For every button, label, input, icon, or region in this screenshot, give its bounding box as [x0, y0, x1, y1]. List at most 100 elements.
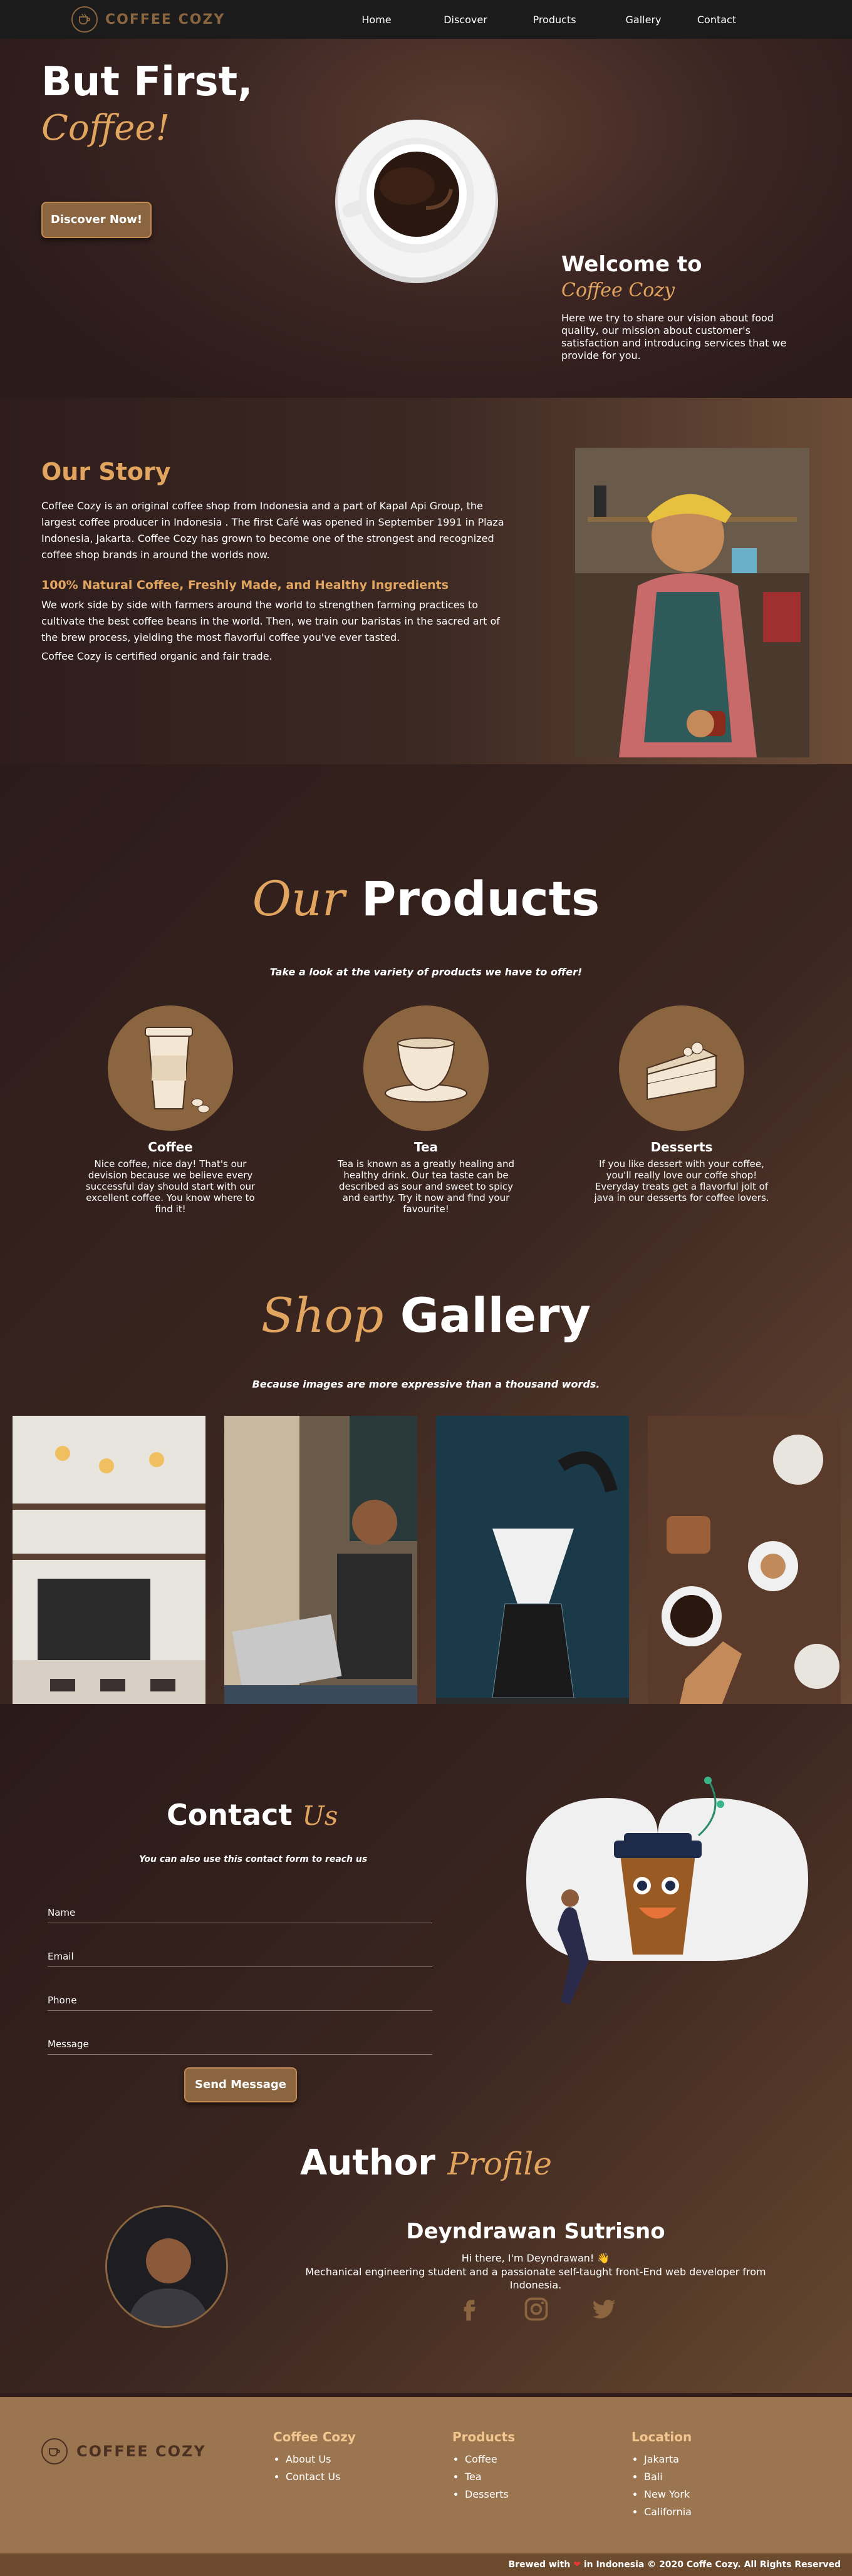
nav-discover[interactable]: Discover — [421, 14, 510, 26]
nav-links: Home Discover Products Gallery Contact — [332, 0, 746, 39]
our-story-section: Our Story Coffee Cozy is an original cof… — [0, 398, 852, 764]
discover-now-button[interactable]: Discover Now! — [41, 202, 152, 238]
contact-section: Contact Us You can also use this contact… — [0, 1704, 852, 2393]
footer-bottom-bar: Brewed with ❤ in Indonesia © 2020 Coffe … — [0, 2553, 852, 2576]
coffee-cup-icon — [108, 1005, 233, 1131]
instagram-icon[interactable] — [522, 2295, 550, 2323]
product-card-tea[interactable]: Tea Tea is known as a greatly healing an… — [332, 1005, 520, 1215]
coffee-mascot-illustration — [501, 1773, 814, 2013]
story-paragraph-1: Coffee Cozy is an original coffee shop f… — [41, 500, 504, 561]
gallery-image-shop-counter[interactable] — [13, 1416, 205, 1734]
message-label: Message — [48, 2038, 89, 2050]
gallery-title-script: Shop — [261, 1287, 384, 1343]
hero-title: But First, — [41, 59, 253, 105]
product-desc: Nice coffee, nice day! That's our devisi… — [85, 1158, 256, 1215]
footer: COFFEE COZY Coffee Cozy About Us Contact… — [0, 2397, 852, 2553]
phone-input[interactable] — [48, 2008, 432, 2011]
name-input[interactable] — [48, 1921, 432, 1923]
footer-link-coffee[interactable]: Coffee — [465, 2451, 515, 2468]
nav-gallery[interactable]: Gallery — [599, 14, 688, 26]
hero-section: But First, Coffee! Discover Now! Welcome… — [0, 39, 852, 398]
brand[interactable]: COFFEE COZY — [71, 6, 225, 33]
message-input[interactable] — [48, 2052, 432, 2055]
story-paragraph-3: Coffee Cozy is certified organic and fai… — [41, 650, 273, 662]
barista-photo — [575, 448, 809, 757]
copyright: Brewed with ❤ in Indonesia © 2020 Coffe … — [509, 2560, 841, 2570]
email-input[interactable] — [48, 1965, 432, 1967]
product-card-desserts[interactable]: Desserts If you like dessert with your c… — [588, 1005, 776, 1203]
footer-column-coffee-cozy: Coffee Cozy About Us Contact Us — [273, 2429, 356, 2486]
footer-column-title: Coffee Cozy — [273, 2429, 356, 2444]
welcome-text: Here we try to share our vision about fo… — [561, 312, 787, 361]
contact-title-main: Contact — [167, 1798, 293, 1832]
heart-icon: ❤ — [573, 2560, 581, 2570]
author-name: Deyndrawan Sutrisno — [406, 2219, 665, 2244]
footer-column-products: Products Coffee Tea Desserts — [452, 2429, 515, 2503]
products-section: Our Products Take a look at the variety … — [0, 764, 852, 1734]
name-label: Name — [48, 1907, 76, 1918]
footer-link-bali[interactable]: Bali — [644, 2468, 692, 2486]
footer-link-desserts[interactable]: Desserts — [465, 2486, 515, 2503]
author-title-script: Profile — [447, 2146, 552, 2182]
products-title-main: Products — [361, 871, 600, 927]
author-greeting: Hi there, I'm Deyndrawan! 👋 — [461, 2252, 610, 2264]
gallery-title-main: Gallery — [400, 1287, 591, 1343]
footer-link-tea[interactable]: Tea — [465, 2468, 515, 2486]
hero-subtitle: Coffee! — [41, 108, 170, 148]
author-title: Author Profile — [0, 2142, 852, 2183]
welcome-title: Welcome to — [561, 252, 702, 277]
navbar: COFFEE COZY Home Discover Products Galle… — [0, 0, 852, 39]
product-desc: If you like dessert with your coffee, yo… — [594, 1158, 769, 1203]
author-avatar — [105, 2205, 228, 2328]
nav-products[interactable]: Products — [510, 14, 599, 26]
footer-link-contact[interactable]: Contact Us — [286, 2468, 356, 2486]
footer-column-title: Products — [452, 2429, 516, 2444]
coffee-cup-image — [332, 114, 501, 286]
twitter-icon[interactable] — [590, 2295, 618, 2323]
footer-brand[interactable]: COFFEE COZY — [41, 2438, 206, 2464]
welcome-subtitle: Coffee Cozy — [561, 279, 675, 301]
facebook-icon[interactable] — [455, 2295, 482, 2323]
email-label: Email — [48, 1951, 74, 1962]
author-bio: Mechanical engineering student and a pas… — [305, 2266, 766, 2291]
message-field: Message — [48, 2038, 432, 2055]
copyright-suffix: in Indonesia © 2020 Coffe Cozy. All Righ… — [583, 2560, 841, 2570]
gallery-image-pour-over[interactable] — [436, 1416, 629, 1734]
gallery-tagline: Because images are more expressive than … — [252, 1378, 600, 1390]
contact-title-script: Us — [302, 1800, 338, 1831]
footer-column-location: Location Jakarta Bali New York Californi… — [631, 2429, 692, 2521]
contact-tagline: You can also use this contact form to re… — [139, 1854, 368, 1864]
phone-field: Phone — [48, 1995, 432, 2011]
send-message-button[interactable]: Send Message — [184, 2067, 297, 2102]
author-title-main: Author — [299, 2142, 435, 2183]
products-title: Our Products — [0, 871, 852, 927]
nav-home[interactable]: Home — [332, 14, 421, 26]
email-field: Email — [48, 1951, 432, 1967]
story-paragraph-2: We work side by side with farmers around… — [41, 599, 500, 643]
footer-column-title: Location — [631, 2429, 692, 2444]
social-links — [455, 2295, 618, 2323]
footer-link-jakarta[interactable]: Jakarta — [644, 2451, 692, 2468]
product-name: Desserts — [650, 1140, 713, 1155]
story-subtitle: 100% Natural Coffee, Freshly Made, and H… — [41, 578, 449, 592]
phone-label: Phone — [48, 1995, 77, 2006]
product-name: Coffee — [148, 1140, 193, 1155]
products-tagline: Take a look at the variety of products w… — [269, 966, 583, 978]
product-card-coffee[interactable]: Coffee Nice coffee, nice day! That's our… — [76, 1005, 264, 1215]
coffee-cup-logo-icon — [71, 6, 98, 33]
nav-contact[interactable]: Contact — [688, 14, 746, 26]
footer-link-about[interactable]: About Us — [286, 2451, 356, 2468]
name-field: Name — [48, 1907, 432, 1923]
tea-cup-icon — [363, 1005, 489, 1131]
product-desc: Tea is known as a greatly healing and he… — [338, 1158, 514, 1215]
product-name: Tea — [413, 1140, 439, 1155]
brand-name: COFFEE COZY — [105, 11, 226, 28]
coffee-cup-logo-icon — [41, 2438, 68, 2464]
gallery-title: Shop Gallery — [0, 1287, 852, 1343]
gallery-image-table[interactable] — [648, 1416, 841, 1734]
footer-link-new-york[interactable]: New York — [644, 2486, 692, 2503]
copyright-prefix: Brewed with — [508, 2560, 571, 2570]
gallery-image-customer[interactable] — [224, 1416, 417, 1734]
footer-link-california[interactable]: California — [644, 2503, 692, 2521]
contact-title: Contact Us — [167, 1798, 338, 1832]
